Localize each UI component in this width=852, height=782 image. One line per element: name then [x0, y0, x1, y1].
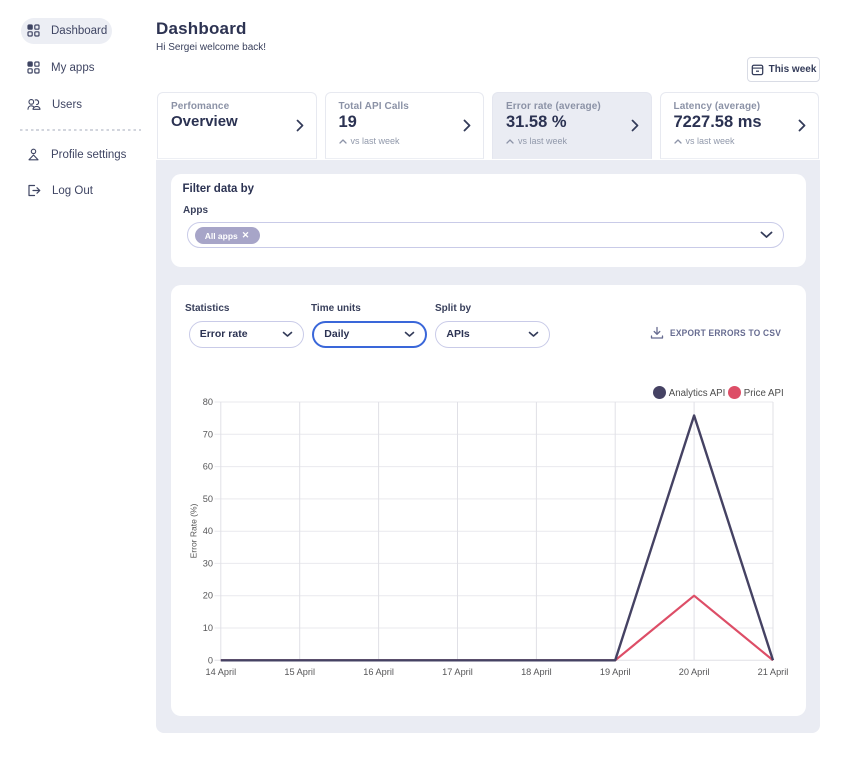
svg-text:15 April: 15 April: [284, 667, 315, 677]
svg-text:0: 0: [207, 655, 212, 665]
svg-text:20: 20: [202, 591, 212, 601]
svg-text:19 April: 19 April: [599, 667, 630, 677]
svg-text:18 April: 18 April: [521, 667, 552, 677]
svg-text:21 April: 21 April: [757, 667, 788, 677]
svg-text:30: 30: [202, 558, 212, 568]
svg-text:70: 70: [202, 429, 212, 439]
svg-text:40: 40: [202, 526, 212, 536]
svg-text:Error Rate (%): Error Rate (%): [188, 503, 198, 558]
svg-text:10: 10: [202, 623, 212, 633]
svg-text:50: 50: [202, 494, 212, 504]
svg-text:14 April: 14 April: [205, 667, 236, 677]
svg-text:17 April: 17 April: [442, 667, 473, 677]
svg-text:16 April: 16 April: [363, 667, 394, 677]
svg-text:60: 60: [202, 462, 212, 472]
svg-text:20 April: 20 April: [678, 667, 709, 677]
svg-text:80: 80: [202, 397, 212, 407]
